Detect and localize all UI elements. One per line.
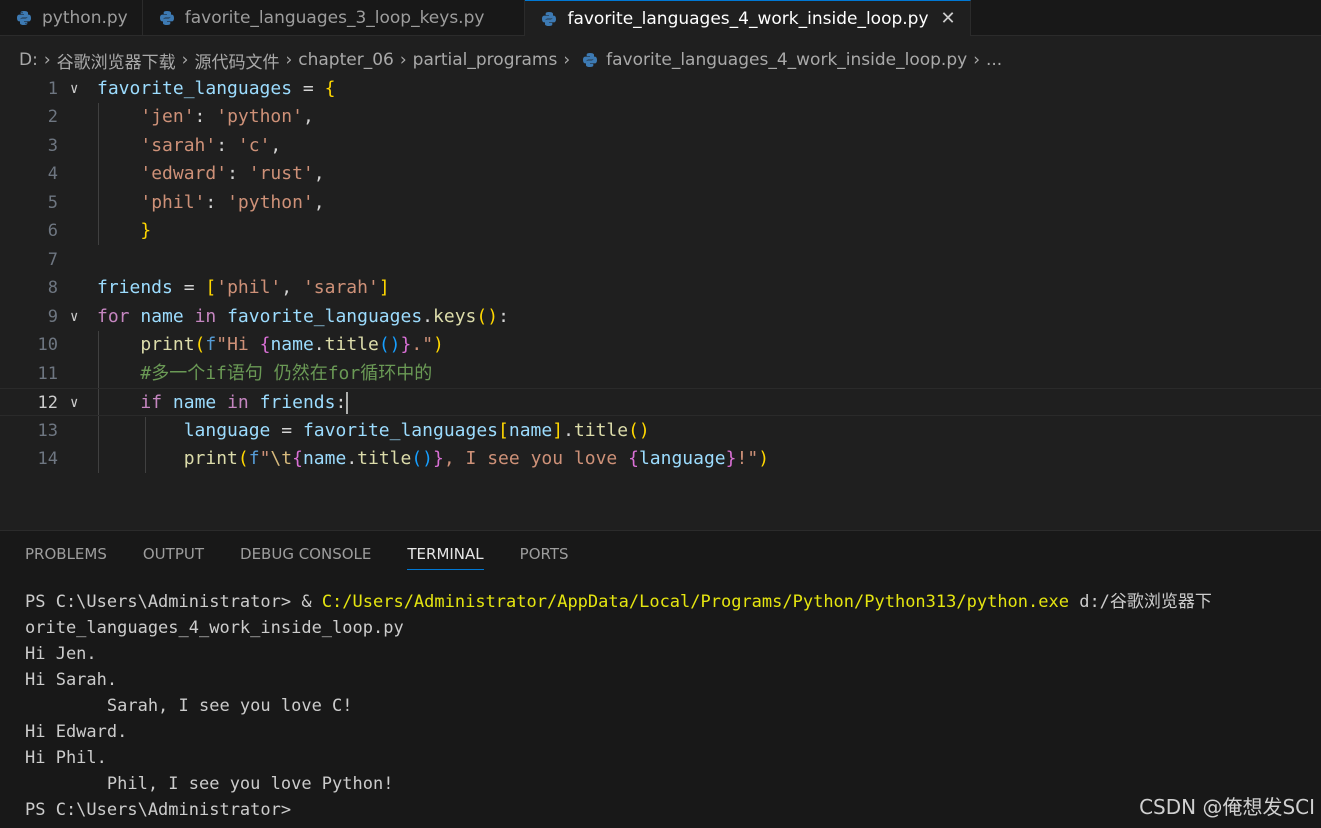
code-line: 8 friends = ['phil', 'sarah'] (0, 274, 1321, 302)
tab-favorite-languages-4[interactable]: favorite_languages_4_work_inside_loop.py… (525, 0, 971, 36)
breadcrumb-item[interactable]: 谷歌浏览器下载 (57, 48, 176, 73)
editor-tab-bar: python.py favorite_languages_3_loop_keys… (0, 0, 1321, 36)
breadcrumb-item[interactable]: partial_programs (413, 50, 558, 70)
tab-output[interactable]: OUTPUT (143, 545, 204, 570)
terminal-output[interactable]: PS C:\Users\Administrator> & C:/Users/Ad… (25, 589, 1212, 823)
tab-terminal[interactable]: TERMINAL (407, 545, 484, 570)
line-number: 1 (47, 79, 58, 99)
code-line: 9 ∨ for name in favorite_languages.keys(… (0, 303, 1321, 331)
code-line: 5 'phil': 'python', (0, 189, 1321, 217)
terminal-line: PS C:\Users\Administrator> & C:/Users/Ad… (25, 592, 1212, 612)
tab-problems[interactable]: PROBLEMS (25, 545, 107, 570)
code-line-current: 12 ∨ if name in friends: (0, 388, 1321, 416)
python-file-icon (542, 11, 557, 26)
code-line: 6 } (0, 217, 1321, 245)
code-line: 10 print(f"Hi {name.title()}.") (0, 331, 1321, 359)
code-line: 7 (0, 246, 1321, 274)
line-number: 7 (47, 250, 58, 270)
line-number: 12 (37, 393, 58, 413)
tab-python-py[interactable]: python.py (0, 0, 143, 36)
terminal-line: Phil, I see you love Python! (25, 774, 394, 794)
breadcrumb-item[interactable]: chapter_06 (298, 50, 394, 70)
breadcrumb-file[interactable]: favorite_languages_4_work_inside_loop.py (606, 50, 967, 70)
breadcrumb-item[interactable]: D: (19, 50, 38, 70)
terminal-line: Hi Edward. (25, 722, 128, 742)
panel-tab-bar: PROBLEMS OUTPUT DEBUG CONSOLE TERMINAL P… (25, 545, 605, 570)
python-file-icon (583, 53, 598, 67)
tab-debug-console[interactable]: DEBUG CONSOLE (240, 545, 371, 570)
chevron-right-icon: › (43, 50, 51, 70)
line-number: 8 (47, 278, 58, 298)
line-number: 13 (37, 421, 58, 441)
terminal-line: Hi Phil. (25, 748, 107, 768)
chevron-right-icon: › (973, 50, 980, 70)
line-number: 14 (37, 449, 58, 469)
fold-chevron-icon[interactable]: ∨ (70, 303, 78, 331)
fold-chevron-icon[interactable]: ∨ (70, 75, 78, 103)
terminal-line: Sarah, I see you love C! (25, 696, 353, 716)
bottom-panel: PROBLEMS OUTPUT DEBUG CONSOLE TERMINAL P… (0, 530, 1321, 828)
breadcrumb-item[interactable]: 源代码文件 (194, 48, 279, 73)
terminal-line: PS C:\Users\Administrator> (25, 800, 292, 820)
tab-label: python.py (42, 8, 128, 28)
line-number: 11 (37, 364, 58, 384)
chevron-right-icon: › (285, 50, 293, 70)
tab-label: favorite_languages_3_loop_keys.py (184, 8, 485, 28)
line-number: 10 (37, 335, 58, 355)
python-file-icon (17, 11, 31, 25)
code-line: 2 'jen': 'python', (0, 103, 1321, 131)
chevron-right-icon: › (181, 50, 189, 70)
breadcrumb-more[interactable]: ... (986, 50, 1002, 70)
terminal-line: Hi Jen. (25, 644, 97, 664)
code-line: 14 print(f"\t{name.title()}, I see you l… (0, 445, 1321, 473)
code-line: 13 language = favorite_languages[name].t… (0, 417, 1321, 445)
code-line: 3 'sarah': 'c', (0, 132, 1321, 160)
chevron-right-icon: › (563, 50, 571, 70)
code-line: 1 ∨ favorite_languages = { (0, 75, 1321, 103)
fold-chevron-icon[interactable]: ∨ (70, 389, 78, 417)
chevron-right-icon: › (399, 50, 407, 70)
line-number: 4 (47, 164, 58, 184)
tab-favorite-languages-3[interactable]: favorite_languages_3_loop_keys.py (143, 0, 526, 36)
terminal-line: orite_languages_4_work_inside_loop.py (25, 618, 404, 638)
terminal-line: Hi Sarah. (25, 670, 118, 690)
tab-ports[interactable]: PORTS (520, 545, 569, 570)
line-number: 6 (47, 221, 58, 241)
code-line: 4 'edward': 'rust', (0, 160, 1321, 188)
code-line: 11 #多一个if语句 仍然在for循环中的 (0, 360, 1321, 388)
line-number: 9 (47, 307, 58, 327)
breadcrumb: D: › 谷歌浏览器下载 › 源代码文件 › chapter_06 › part… (0, 42, 1002, 78)
python-file-icon (159, 11, 174, 25)
line-number: 5 (47, 193, 58, 213)
text-cursor (346, 392, 349, 414)
line-number: 2 (47, 107, 58, 127)
close-icon[interactable]: ✕ (941, 8, 956, 29)
watermark: CSDN @俺想发SCI (1139, 795, 1315, 819)
code-editor[interactable]: 1 ∨ favorite_languages = { 2 'jen': 'pyt… (0, 75, 1321, 485)
line-number: 3 (47, 136, 58, 156)
tab-label: favorite_languages_4_work_inside_loop.py (567, 8, 929, 29)
